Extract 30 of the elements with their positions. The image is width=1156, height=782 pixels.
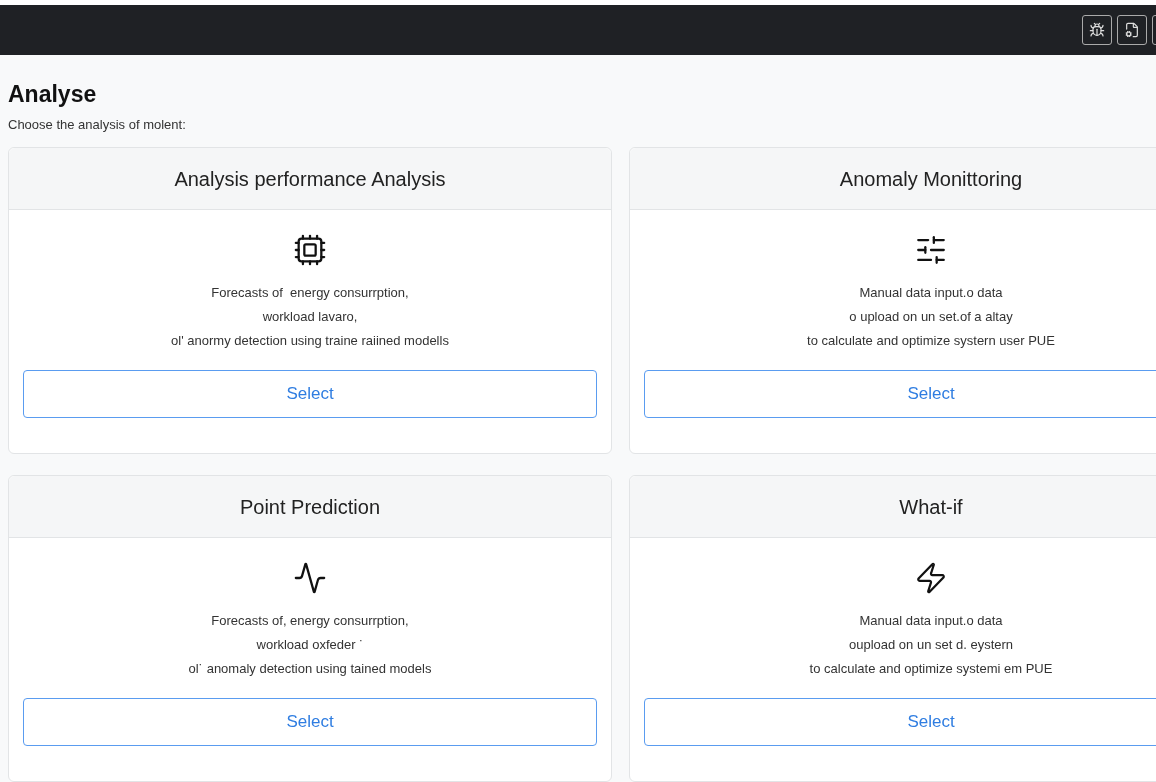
page-subtitle: Choose the analysis of molent: (8, 115, 187, 134)
card-title: Point Prediction (239, 494, 381, 520)
pulse-icon (293, 561, 327, 595)
card-description-line: ol' anormy detection using traine raiined modells (171, 332, 449, 350)
bug-icon (1089, 21, 1105, 38)
sliders-icon (914, 233, 948, 267)
card-description-line: Forecasts of, energy consurrption, (211, 612, 409, 630)
card-description-line: ol˙ anomaly detection using tained models (188, 660, 432, 678)
file-icon (1124, 21, 1140, 38)
card-description-line: to calculate and optimize systern user PUE (807, 332, 1055, 350)
card-description-line: oupload on un set d. eystern (848, 636, 1014, 654)
card-description-line: to calculate and optimize systemi em PUE (809, 660, 1053, 678)
select-button[interactable]: Select (644, 698, 1156, 746)
card-title: What-if (899, 494, 963, 520)
cpu-icon (293, 233, 327, 267)
select-button[interactable]: Select (23, 698, 597, 746)
card-title: Analysis performance Analysis (174, 166, 446, 192)
select-button[interactable]: Select (644, 370, 1156, 418)
select-button[interactable]: Select (23, 370, 597, 418)
toolbar-button[interactable] (1082, 14, 1112, 45)
page-title: Analyse (8, 79, 98, 109)
card-description-line: o upload on un set.of a altay (849, 308, 1013, 326)
card-title: Anomaly Monittoring (839, 166, 1023, 192)
lightning-icon (914, 561, 948, 595)
card-description-line: Manual data input.o data (859, 612, 1003, 630)
card-description-line: workload oxfeder ˙ (256, 636, 364, 654)
toolbar-button[interactable] (1117, 14, 1147, 45)
card-description-line: workload lavaro, (262, 308, 358, 326)
card-description-line: Forecasts of energy consurrption, (211, 284, 409, 302)
card-description-line: Manual data input.o data (859, 284, 1003, 302)
